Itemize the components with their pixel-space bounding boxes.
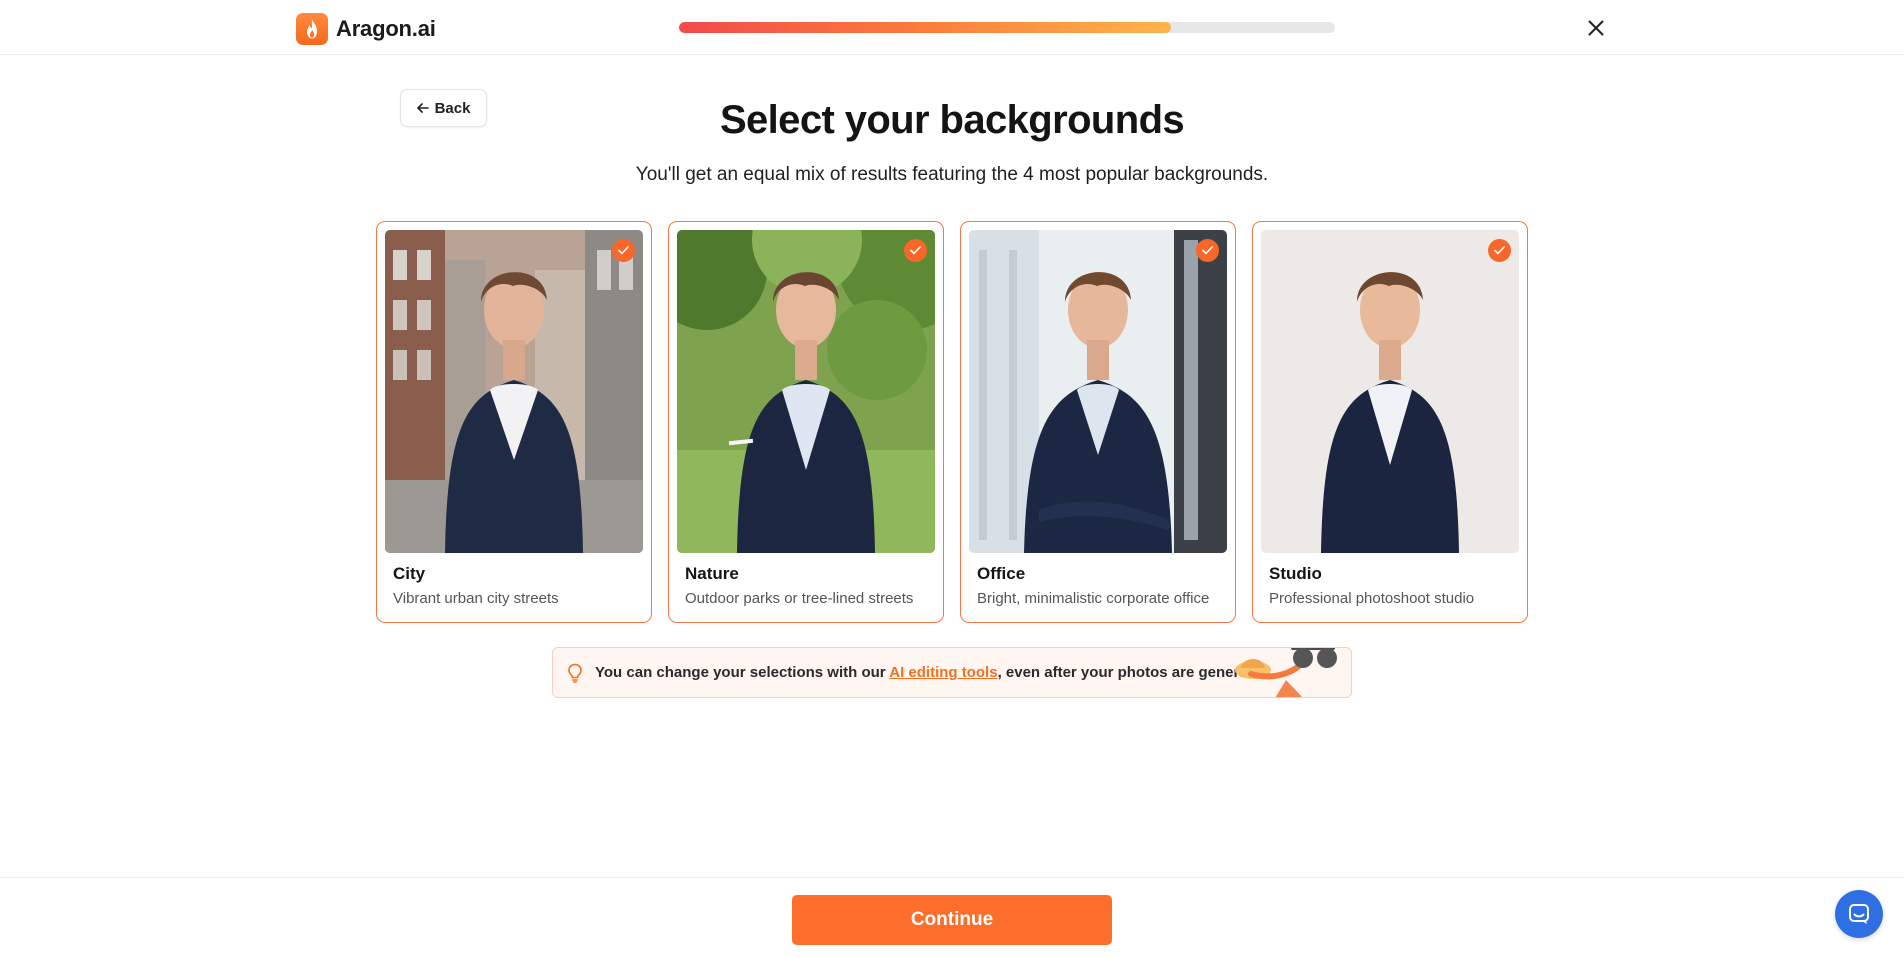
check-icon — [1196, 239, 1219, 262]
flame-icon — [296, 13, 328, 45]
check-icon — [904, 239, 927, 262]
card-title: City — [393, 564, 426, 583]
tip-text: You can change your selections with our … — [595, 664, 1274, 681]
continue-button[interactable]: Continue — [792, 895, 1112, 945]
background-card-office[interactable]: Office Bright, minimalistic corporate of… — [960, 221, 1236, 623]
progress-bar — [679, 22, 1335, 33]
card-title: Office — [977, 564, 1026, 583]
page-title: Select your backgrounds — [719, 98, 1185, 142]
close-button[interactable] — [1584, 16, 1608, 40]
lightbulb-icon — [567, 663, 583, 683]
footer-bar: Continue — [0, 877, 1904, 958]
progress-bar-fill — [679, 22, 1171, 33]
top-header: Aragon.ai — [0, 0, 1904, 55]
card-title: Studio — [1269, 564, 1322, 583]
brand-logo[interactable]: Aragon.ai — [296, 13, 436, 45]
background-card-city[interactable]: City Vibrant urban city streets — [376, 221, 652, 623]
studio-photo — [1261, 230, 1519, 553]
brand-name: Aragon.ai — [336, 16, 436, 41]
background-card-studio[interactable]: Studio Professional photoshoot studio — [1252, 221, 1528, 623]
card-description: Bright, minimalistic corporate office — [977, 590, 1210, 607]
card-description: Outdoor parks or tree-lined streets — [685, 590, 914, 607]
card-description: Vibrant urban city streets — [393, 590, 559, 607]
check-icon — [1488, 239, 1511, 262]
tip-banner: You can change your selections with our … — [552, 647, 1352, 698]
tip-text-before: You can change your selections with our — [595, 664, 890, 681]
chat-support-button[interactable] — [1835, 890, 1883, 938]
card-description: Professional photoshoot studio — [1269, 590, 1475, 607]
ai-editing-tools-link[interactable]: AI editing tools — [889, 664, 997, 681]
background-card-nature[interactable]: Nature Outdoor parks or tree-lined stree… — [668, 221, 944, 623]
nature-photo — [677, 230, 935, 553]
chat-icon — [1849, 904, 1869, 924]
office-photo — [969, 230, 1227, 553]
accessories-illustration — [1231, 648, 1341, 697]
check-icon — [612, 239, 635, 262]
page-subtitle: You'll get an equal mix of results featu… — [635, 164, 1269, 185]
close-icon — [1588, 20, 1604, 36]
card-title: Nature — [685, 564, 739, 583]
city-photo — [385, 230, 643, 553]
background-options: City Vibrant urban city streets Nature O… — [376, 221, 1528, 623]
